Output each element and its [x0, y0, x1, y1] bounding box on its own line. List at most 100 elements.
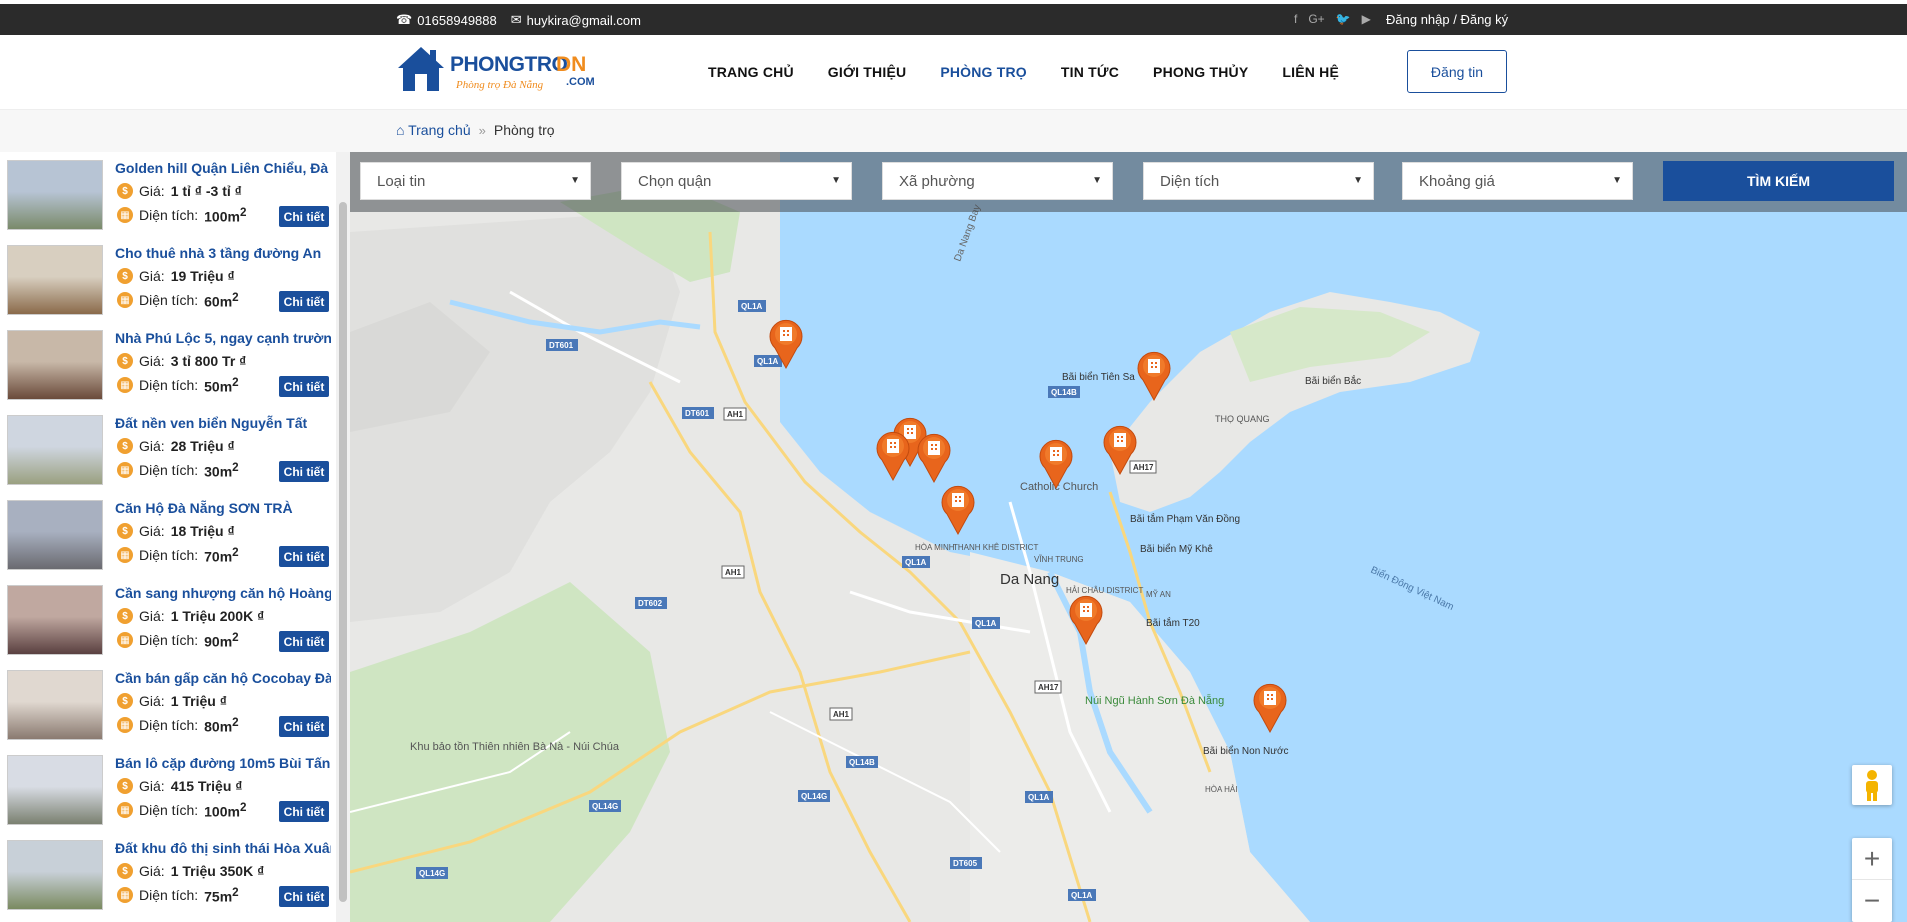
- road-badge: AH17: [1038, 683, 1059, 692]
- listing-item[interactable]: Cho thuê nhà 3 tầng đường An $ Giá: 19 Triệ…: [0, 241, 336, 326]
- listing-title[interactable]: Golden hill Quận Liên Chiểu, Đà: [115, 160, 331, 176]
- road-badge: QL14G: [801, 792, 827, 801]
- listing-title[interactable]: Cho thuê nhà 3 tầng đường An: [115, 245, 331, 261]
- listing-item[interactable]: Golden hill Quận Liên Chiểu, Đà $ Giá: 1 tỉ…: [0, 156, 336, 241]
- breadcrumb-separator-icon: »: [478, 122, 486, 138]
- detail-button[interactable]: Chi tiết: [279, 206, 329, 227]
- listing-price: $ Giá: 28 Triệu ₫: [117, 438, 235, 454]
- dollar-icon: $: [117, 523, 133, 539]
- listing-item[interactable]: Đất nền ven biển Nguyễn Tất $ Giá: 28 Triệu…: [0, 411, 336, 496]
- area-icon: ▦: [117, 632, 133, 649]
- detail-button[interactable]: Chi tiết: [279, 716, 329, 737]
- map-label-hoahai: HÒA HẢI: [1205, 785, 1237, 794]
- listing-type-select[interactable]: Loại tin ▼: [360, 162, 591, 200]
- area-select[interactable]: Diện tích ▼: [1143, 162, 1374, 200]
- listing-thumbnail[interactable]: [7, 840, 103, 910]
- listing-item[interactable]: Căn Hộ Đà Nẵng SƠN TRÀ $ Giá: 18 Triệu ₫ ▦ Di…: [0, 496, 336, 581]
- listing-thumbnail[interactable]: [7, 585, 103, 655]
- area-icon: ▦: [117, 717, 133, 734]
- nav-about[interactable]: GIỚI THIỆU: [828, 64, 907, 80]
- google-plus-icon[interactable]: G+: [1308, 12, 1324, 26]
- breadcrumb-home[interactable]: ⌂ Trang chủ: [396, 122, 471, 138]
- site-logo[interactable]: PHONGTRO DN Phòng trọ Đà Nẵng .COM: [396, 44, 601, 96]
- district-select[interactable]: Chọn quận ▼: [621, 162, 852, 200]
- listing-title[interactable]: Đất nền ven biển Nguyễn Tất: [115, 415, 331, 431]
- login-register-link[interactable]: Đăng nhập / Đăng ký: [1386, 12, 1508, 27]
- listing-price: $ Giá: 1 Triệu 200K ₫: [117, 608, 264, 624]
- top-bar: ☎ 01658949888 ✉ huykira@gmail.com f G+ 🐦…: [0, 4, 1907, 35]
- youtube-icon[interactable]: ▶: [1362, 12, 1371, 26]
- area-icon: ▦: [117, 292, 133, 309]
- listing-thumbnail[interactable]: [7, 500, 103, 570]
- price-select[interactable]: Khoảng giá ▼: [1402, 162, 1633, 200]
- listing-area: ▦ Diện tích: 60m2: [117, 291, 239, 310]
- area-icon: ▦: [117, 887, 133, 904]
- listing-title[interactable]: Bán lô cặp đường 10m5 Bùi Tấn: [115, 755, 331, 771]
- detail-button[interactable]: Chi tiết: [279, 461, 329, 482]
- detail-button[interactable]: Chi tiết: [279, 291, 329, 312]
- listing-thumbnail[interactable]: [7, 330, 103, 400]
- nav-fengshui[interactable]: PHONG THỦY: [1153, 64, 1248, 80]
- listing-item[interactable]: Bán lô cặp đường 10m5 Bùi Tấn $ Giá: 415 Tr…: [0, 751, 336, 836]
- road-badge: AH1: [833, 710, 850, 719]
- listing-title[interactable]: Cần bán gấp căn hộ Cocobay Đà: [115, 670, 331, 686]
- listing-thumbnail[interactable]: [7, 755, 103, 825]
- listing-title[interactable]: Nhà Phú Lộc 5, ngay cạnh trường: [115, 330, 331, 346]
- street-view-pegman-icon[interactable]: [1852, 765, 1892, 805]
- header: PHONGTRO DN Phòng trọ Đà Nẵng .COM TRANG…: [0, 35, 1907, 110]
- listing-item[interactable]: Cần bán gấp căn hộ Cocobay Đà $ Giá: 1 Triệ…: [0, 666, 336, 751]
- road-badge: QL14B: [1051, 388, 1077, 397]
- listing-thumbnail[interactable]: [7, 415, 103, 485]
- detail-button[interactable]: Chi tiết: [279, 631, 329, 652]
- listing-title[interactable]: Căn Hộ Đà Nẵng SƠN TRÀ: [115, 500, 331, 516]
- map-label-haichau: HẢI CHÂU DISTRICT: [1066, 586, 1143, 595]
- detail-button[interactable]: Chi tiết: [279, 886, 329, 907]
- listing-item[interactable]: Đất khu đô thị sinh thái Hòa Xuân $ Giá: 1 …: [0, 836, 336, 921]
- detail-button[interactable]: Chi tiết: [279, 376, 329, 397]
- road-badge: DT601: [685, 409, 710, 418]
- logo-accent: DN: [556, 53, 586, 76]
- nav-contact[interactable]: LIÊN HỆ: [1282, 64, 1339, 80]
- dropdown-arrow-icon: ▼: [1612, 175, 1622, 186]
- search-button[interactable]: TÌM KIẾM: [1663, 161, 1894, 201]
- listing-thumbnail[interactable]: [7, 160, 103, 230]
- phone-icon: ☎: [396, 12, 413, 27]
- zoom-out-button[interactable]: −: [1852, 880, 1892, 922]
- zoom-in-button[interactable]: +: [1852, 838, 1892, 880]
- nav-news[interactable]: TIN TỨC: [1061, 64, 1119, 80]
- dollar-icon: $: [117, 183, 133, 199]
- listing-thumbnail[interactable]: [7, 245, 103, 315]
- sidebar-scrollbar[interactable]: [336, 152, 350, 922]
- map-canvas[interactable]: Da Nang Da Nang Bay Bãi biển Tiên Sa Bãi…: [350, 152, 1907, 922]
- email[interactable]: ✉ huykira@gmail.com: [511, 12, 641, 28]
- map-label-vinhtrung: VĨNH TRUNG: [1034, 555, 1084, 564]
- dollar-icon: $: [117, 268, 133, 284]
- nav-rooms[interactable]: PHÒNG TRỌ: [940, 64, 1027, 80]
- road-badge: DT602: [638, 599, 663, 608]
- area-icon: ▦: [117, 207, 133, 224]
- detail-button[interactable]: Chi tiết: [279, 546, 329, 567]
- email-address: huykira@gmail.com: [526, 12, 641, 28]
- scrollbar-thumb[interactable]: [339, 202, 347, 902]
- dollar-icon: $: [117, 863, 133, 879]
- map-label-bana: Khu bảo tồn Thiên nhiên Bà Nà - Núi Chúa: [410, 741, 620, 753]
- map-view[interactable]: Da Nang Da Nang Bay Bãi biển Tiên Sa Bãi…: [350, 152, 1907, 922]
- facebook-icon[interactable]: f: [1294, 12, 1297, 26]
- breadcrumb-home-label: Trang chủ: [408, 122, 471, 138]
- road-badge: AH1: [727, 410, 744, 419]
- listing-title[interactable]: Đất khu đô thị sinh thái Hòa Xuân: [115, 840, 331, 856]
- ward-select[interactable]: Xã phường ▼: [882, 162, 1113, 200]
- road-badge: QL1A: [1071, 891, 1093, 900]
- listing-item[interactable]: Nhà Phú Lộc 5, ngay cạnh trường $ Giá: 3 tỉ…: [0, 326, 336, 411]
- listing-area: ▦ Diện tích: 30m2: [117, 461, 239, 480]
- post-listing-button[interactable]: Đăng tin: [1407, 50, 1507, 93]
- listing-area: ▦ Diện tích: 70m2: [117, 546, 239, 565]
- twitter-icon[interactable]: 🐦: [1336, 12, 1351, 26]
- listing-item[interactable]: Cần sang nhượng căn hộ Hoàng $ Giá: 1 Triệu…: [0, 581, 336, 666]
- detail-button[interactable]: Chi tiết: [279, 801, 329, 822]
- listing-title[interactable]: Cần sang nhượng căn hộ Hoàng: [115, 585, 331, 601]
- nav-home[interactable]: TRANG CHỦ: [708, 64, 794, 80]
- listing-thumbnail[interactable]: [7, 670, 103, 740]
- phone[interactable]: ☎ 01658949888: [396, 12, 497, 28]
- map-city-label: Da Nang: [1000, 571, 1059, 588]
